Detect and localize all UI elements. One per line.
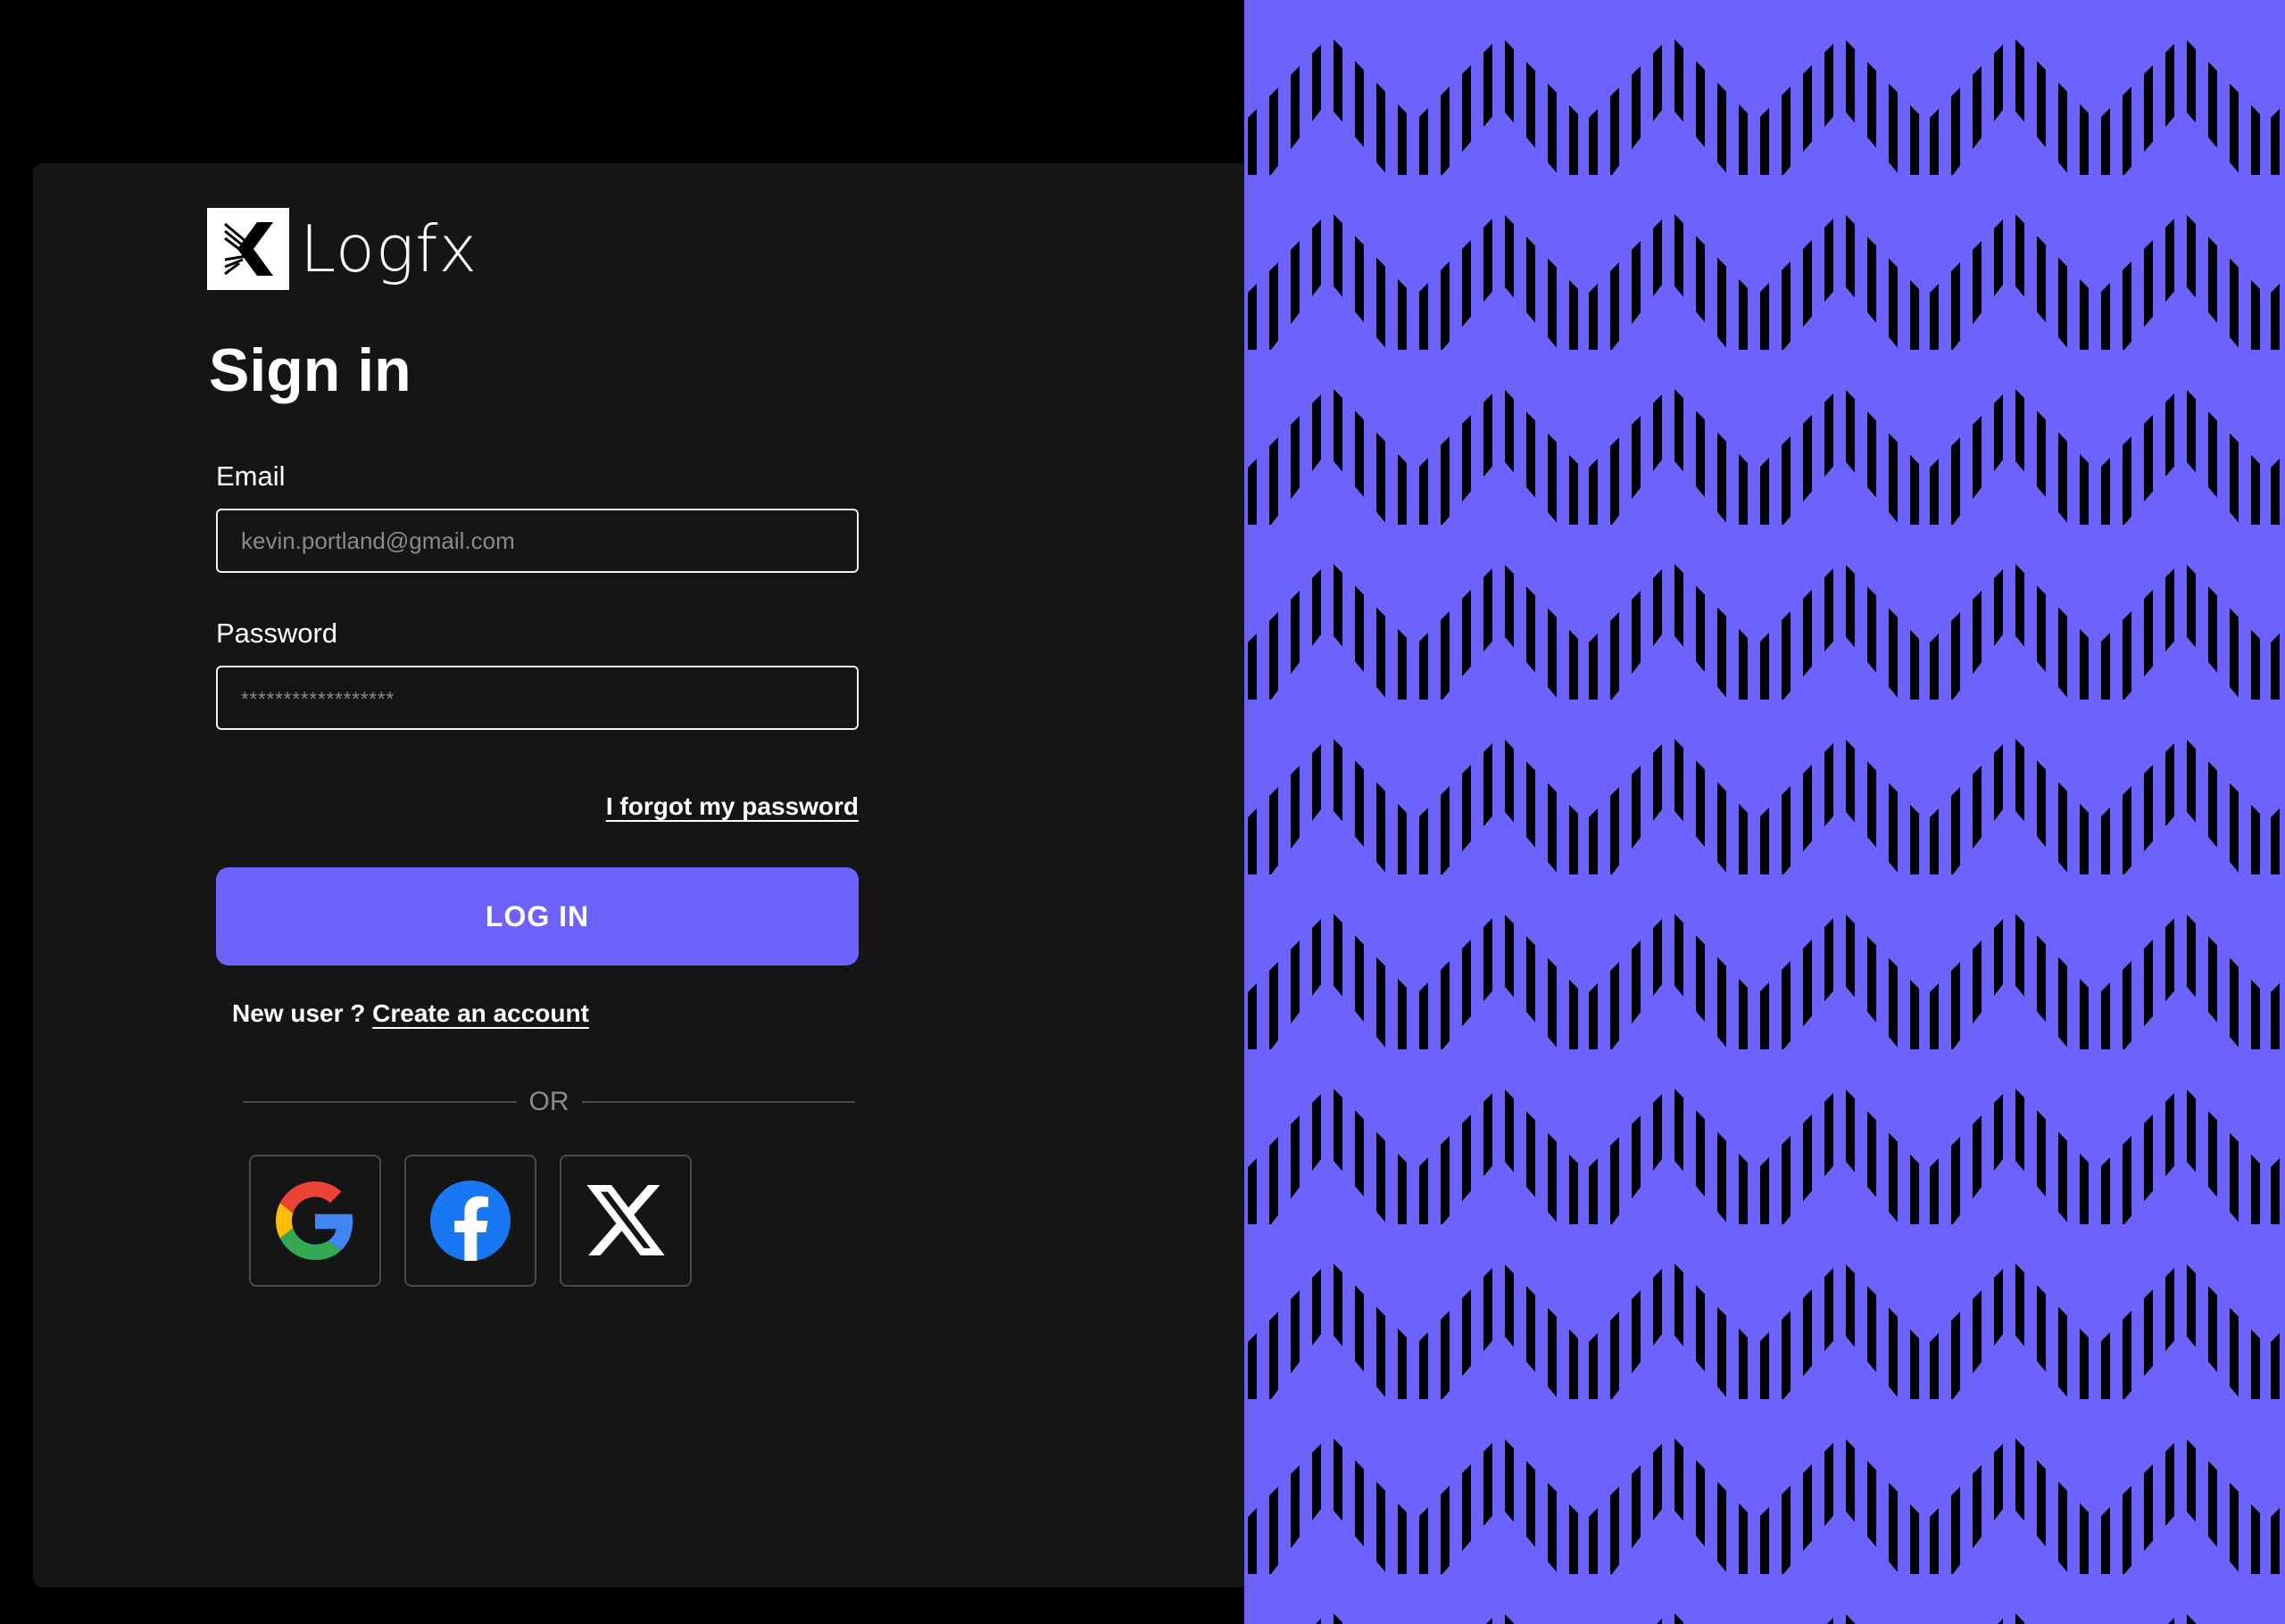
chevron-pattern-image <box>1244 0 2285 1624</box>
sign-in-page: Logfx Sign in Email Password I forgot my… <box>0 0 2285 1624</box>
x-icon <box>586 1185 665 1255</box>
page-title: Sign in <box>209 336 411 404</box>
google-icon <box>276 1181 353 1260</box>
password-input[interactable] <box>216 666 859 730</box>
brand-logo: Logfx <box>207 208 478 290</box>
create-account-link[interactable]: Create an account <box>372 999 589 1027</box>
divider-line-left <box>243 1101 517 1103</box>
email-input[interactable] <box>216 509 859 573</box>
divider-line-right <box>581 1101 855 1103</box>
facebook-icon <box>430 1181 511 1261</box>
password-label: Password <box>216 617 338 649</box>
new-user-row: New user ? Create an account <box>232 999 589 1028</box>
email-label: Email <box>216 460 286 492</box>
or-divider: OR <box>243 1084 855 1120</box>
forgot-password-link[interactable]: I forgot my password <box>606 792 859 821</box>
logfx-logo-icon <box>207 208 289 290</box>
facebook-login-button[interactable] <box>404 1155 536 1287</box>
google-login-button[interactable] <box>249 1155 381 1287</box>
decorative-pattern-panel <box>1244 0 2285 1624</box>
or-text: OR <box>528 1087 569 1116</box>
new-user-text: New user ? <box>232 999 366 1027</box>
x-login-button[interactable] <box>560 1155 692 1287</box>
brand-name: Logfx <box>300 211 478 286</box>
login-button[interactable]: LOG IN <box>216 867 859 965</box>
